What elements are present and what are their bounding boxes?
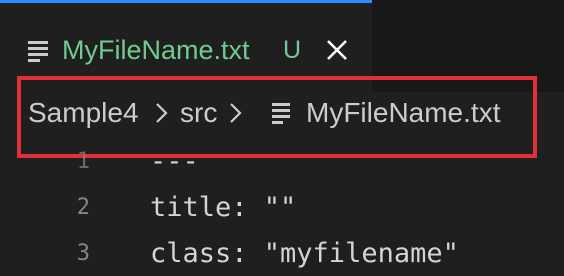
line-text: title: "" <box>150 192 297 223</box>
breadcrumb: Sample4 src MyFileName.txt <box>0 92 564 136</box>
breadcrumb-item-sample4[interactable]: Sample4 <box>28 96 139 130</box>
line-number: 2 <box>76 195 90 220</box>
code-line: 3 class: "myfilename" <box>0 232 564 276</box>
breadcrumb-item-file[interactable]: MyFileName.txt <box>306 96 500 130</box>
tab-myfilename[interactable]: MyFileName.txt U <box>0 0 372 92</box>
close-icon[interactable] <box>326 39 348 61</box>
line-number: 3 <box>76 241 90 266</box>
code-line: 1 --- <box>0 140 564 184</box>
lines-file-icon <box>270 101 294 125</box>
line-text: class: "myfilename" <box>150 238 459 269</box>
code-line: 2 title: "" <box>0 186 564 230</box>
line-number: 1 <box>76 149 90 174</box>
chevron-right-icon <box>228 100 244 126</box>
editor-tab-bar: MyFileName.txt U <box>0 0 564 92</box>
git-status-badge: U <box>283 36 302 64</box>
tab-title: MyFileName.txt <box>62 35 250 65</box>
breadcrumb-item-src[interactable]: src <box>180 96 217 130</box>
lines-file-icon <box>26 38 52 64</box>
line-text: --- <box>150 146 199 177</box>
code-editor[interactable]: 1 --- 2 title: "" 3 class: "myfilename" <box>0 140 564 269</box>
chevron-right-icon <box>154 100 170 126</box>
